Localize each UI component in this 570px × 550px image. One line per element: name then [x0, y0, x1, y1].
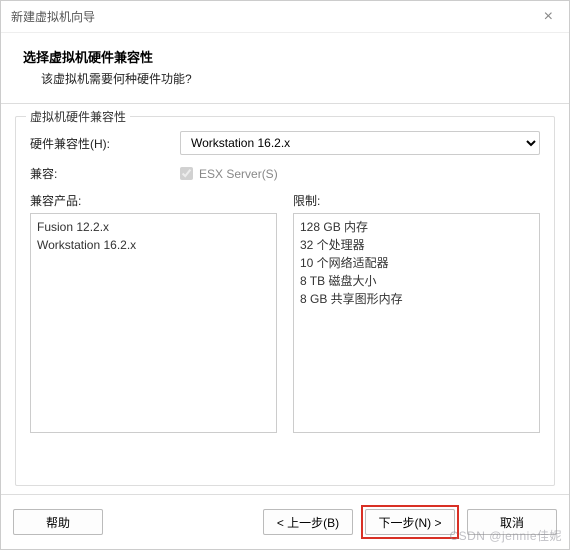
- list-item[interactable]: Workstation 16.2.x: [37, 236, 270, 254]
- footer: 帮助 < 上一步(B) 下一步(N) > 取消: [1, 494, 569, 549]
- list-item[interactable]: Fusion 12.2.x: [37, 218, 270, 236]
- list-item[interactable]: 10 个网络适配器: [300, 254, 533, 272]
- hw-compat-row: 硬件兼容性(H): Workstation 16.2.x: [30, 131, 540, 155]
- esx-checkbox-label: ESX Server(S): [199, 167, 278, 181]
- titlebar: 新建虚拟机向导 ×: [1, 1, 569, 33]
- cancel-button[interactable]: 取消: [467, 509, 557, 535]
- compat-row: 兼容: ESX Server(S): [30, 165, 540, 182]
- fieldset-legend: 虚拟机硬件兼容性: [26, 108, 130, 125]
- limits-listbox[interactable]: 128 GB 内存32 个处理器10 个网络适配器8 TB 磁盘大小8 GB 共…: [293, 213, 540, 433]
- next-button-highlight: 下一步(N) >: [361, 505, 459, 539]
- content-area: 虚拟机硬件兼容性 硬件兼容性(H): Workstation 16.2.x 兼容…: [1, 104, 569, 494]
- window-title: 新建虚拟机向导: [11, 8, 95, 25]
- products-label: 兼容产品:: [30, 192, 277, 209]
- hw-compat-label: 硬件兼容性(H):: [30, 135, 180, 152]
- hw-compat-select[interactable]: Workstation 16.2.x: [180, 131, 540, 155]
- lists-row: 兼容产品: Fusion 12.2.xWorkstation 16.2.x 限制…: [30, 192, 540, 433]
- esx-checkbox: [180, 167, 193, 180]
- wizard-header: 选择虚拟机硬件兼容性 该虚拟机需要何种硬件功能?: [1, 33, 569, 104]
- next-button[interactable]: 下一步(N) >: [365, 509, 455, 535]
- list-item[interactable]: 8 GB 共享图形内存: [300, 290, 533, 308]
- limits-column: 限制: 128 GB 内存32 个处理器10 个网络适配器8 TB 磁盘大小8 …: [293, 192, 540, 433]
- back-button[interactable]: < 上一步(B): [263, 509, 353, 535]
- help-button[interactable]: 帮助: [13, 509, 103, 535]
- nav-button-group: < 上一步(B) 下一步(N) > 取消: [263, 505, 557, 539]
- close-icon[interactable]: ×: [538, 8, 559, 26]
- header-title: 选择虚拟机硬件兼容性: [23, 47, 547, 66]
- compat-label: 兼容:: [30, 165, 180, 182]
- compat-fieldset: 虚拟机硬件兼容性 硬件兼容性(H): Workstation 16.2.x 兼容…: [15, 116, 555, 486]
- esx-checkbox-wrap: ESX Server(S): [180, 167, 278, 181]
- wizard-dialog: 新建虚拟机向导 × 选择虚拟机硬件兼容性 该虚拟机需要何种硬件功能? 虚拟机硬件…: [0, 0, 570, 550]
- list-item[interactable]: 32 个处理器: [300, 236, 533, 254]
- products-listbox[interactable]: Fusion 12.2.xWorkstation 16.2.x: [30, 213, 277, 433]
- limits-label: 限制:: [293, 192, 540, 209]
- header-subtitle: 该虚拟机需要何种硬件功能?: [23, 70, 547, 87]
- list-item[interactable]: 128 GB 内存: [300, 218, 533, 236]
- list-item[interactable]: 8 TB 磁盘大小: [300, 272, 533, 290]
- products-column: 兼容产品: Fusion 12.2.xWorkstation 16.2.x: [30, 192, 277, 433]
